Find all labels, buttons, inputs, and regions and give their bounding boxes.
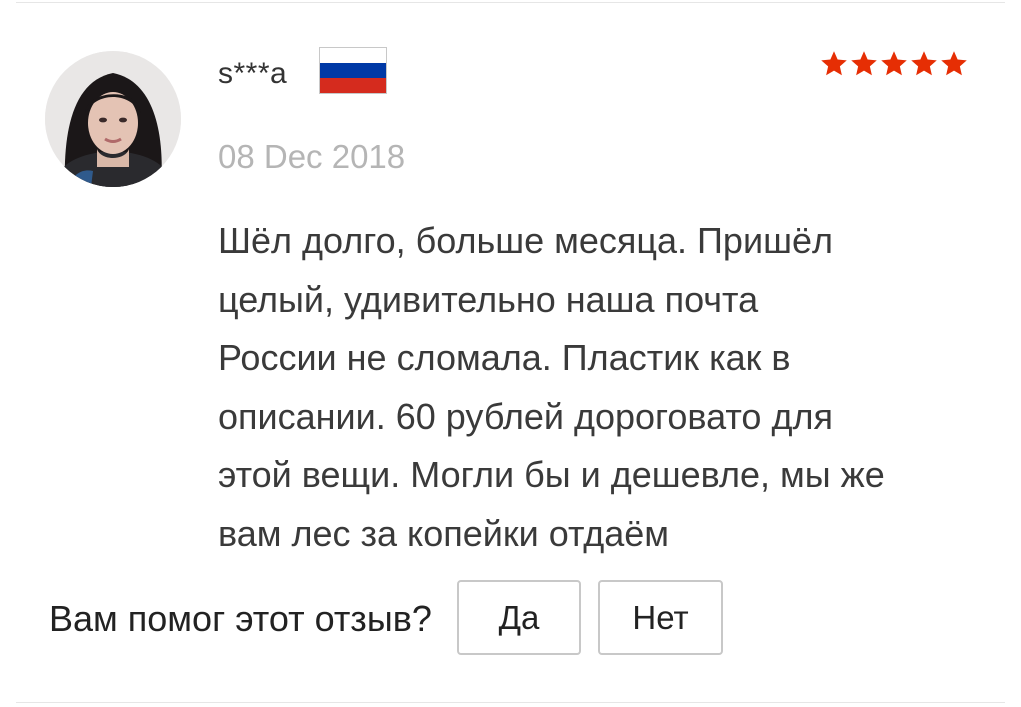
bottom-divider (16, 702, 1005, 703)
helpful-no-button[interactable]: Нет (598, 580, 723, 655)
star-icon (851, 51, 877, 76)
star-icon (881, 51, 907, 76)
star-icon (911, 51, 937, 76)
reviewer-username: s***a (218, 57, 288, 90)
helpful-yes-button[interactable]: Да (457, 580, 581, 655)
review-date: 08 Dec 2018 (218, 138, 406, 175)
review-text: Шёл долго, больше месяца. Пришёл целый, … (218, 220, 885, 554)
star-icon (941, 51, 967, 76)
avatar[interactable] (45, 51, 181, 187)
star-icon (821, 51, 847, 76)
star-rating (819, 49, 969, 81)
helpful-question: Вам помог этот отзыв? (49, 598, 432, 639)
top-divider (16, 2, 1005, 3)
russia-flag-icon (319, 47, 387, 94)
